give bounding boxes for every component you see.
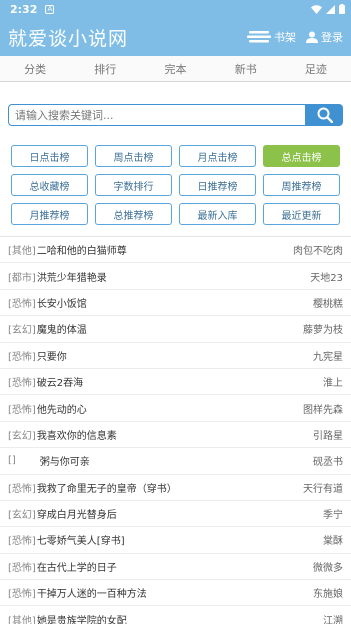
book-author[interactable]: 江溯	[323, 612, 343, 624]
main-nav: 分类 排行 完本 新书 足迹	[0, 56, 351, 82]
site-title: 就爱谈小说网	[8, 27, 129, 50]
list-item[interactable]: [恐怖] 破云2吞海 淮上	[0, 369, 351, 396]
book-category: [其他]	[8, 615, 36, 624]
book-category: [恐怖]	[8, 589, 36, 601]
book-title[interactable]: 长安小饭馆	[37, 295, 87, 310]
login-label: 登录	[321, 31, 343, 44]
book-category: [恐怖]	[8, 404, 36, 416]
rank-word-count-button[interactable]: 字数排行	[95, 174, 172, 196]
book-title[interactable]: 干掉万人迷的一百种方法	[37, 585, 147, 600]
notification-icon: A	[45, 4, 55, 14]
book-category: [恐怖]	[8, 562, 36, 574]
battery-icon	[339, 4, 345, 14]
book-author[interactable]: 砚丞书	[313, 453, 343, 468]
book-category: [恐怖]	[8, 298, 36, 310]
book-author[interactable]: 东施娘	[313, 585, 343, 600]
list-item[interactable]: [恐怖] 我救了命里无子的皇帝（穿书） 天行有道	[0, 475, 351, 501]
book-title[interactable]: 我救了命里无子的皇帝（穿书）	[37, 480, 177, 495]
book-title[interactable]: 她是贵族学院的女配	[37, 612, 127, 624]
book-category: [玄幻]	[8, 325, 36, 337]
book-author[interactable]: 微微多	[313, 559, 343, 574]
list-item[interactable]: [] 粥与你可亲 砚丞书	[0, 448, 351, 475]
rank-daily-recommend-button[interactable]: 日推荐榜	[179, 174, 256, 196]
book-author[interactable]: 季宁	[323, 506, 343, 521]
book-author[interactable]: 引路星	[313, 427, 343, 442]
wifi-icon	[311, 4, 322, 14]
search-input[interactable]	[8, 104, 306, 126]
nav-item-completed[interactable]: 完本	[140, 61, 210, 77]
app-header: 就爱谈小说网 书架 登录	[0, 18, 351, 56]
book-category: [恐怖]	[8, 378, 36, 390]
nav-item-category[interactable]: 分类	[0, 61, 70, 77]
book-category: [恐怖]	[8, 351, 36, 363]
list-item[interactable]: [恐怖] 在古代上学的日子 微微多	[0, 554, 351, 581]
book-author[interactable]: 天地23	[310, 269, 343, 284]
book-title[interactable]: 只要你	[37, 348, 67, 363]
status-time: 2:32	[10, 2, 38, 16]
book-author[interactable]: 淮上	[323, 374, 343, 389]
ranking-grid: 日点击榜 周点击榜 月点击榜 总点击榜 总收藏榜 字数排行 日推荐榜 周推荐榜 …	[11, 145, 341, 225]
book-category: [玄幻]	[8, 430, 36, 442]
search-button[interactable]	[306, 104, 343, 126]
list-item[interactable]: [其他] 她是贵族学院的女配 江溯	[0, 606, 351, 624]
search-bar	[8, 104, 343, 126]
bookshelf-icon	[247, 31, 271, 43]
rank-total-recommend-button[interactable]: 总推荐榜	[95, 203, 172, 225]
list-item[interactable]: [恐怖] 长安小饭馆 樱桃糕	[0, 290, 351, 317]
book-title[interactable]: 在古代上学的日子	[37, 559, 117, 574]
user-icon	[306, 31, 318, 43]
list-item[interactable]: [玄幻] 魔鬼的体温 藤萝为枝	[0, 316, 351, 343]
book-title[interactable]: 我喜欢你的信息素	[37, 427, 117, 442]
book-category: [恐怖]	[8, 483, 36, 495]
book-title[interactable]: 粥与你可亲	[40, 453, 90, 468]
rank-monthly-recommend-button[interactable]: 月推荐榜	[11, 203, 88, 225]
rank-monthly-clicks-button[interactable]: 月点击榜	[179, 145, 256, 167]
book-list: [其他] 二哈和他的白猫师尊 肉包不吃肉 [都市] 洪荒少年猎艳录 天地23 [恐怖] 长…	[0, 236, 351, 624]
list-item[interactable]: [恐怖] 只要你 九宪星	[0, 343, 351, 369]
list-item[interactable]: [恐怖] 他先动的心 图样先森	[0, 395, 351, 422]
status-bar: 2:32 A	[0, 0, 351, 18]
book-author[interactable]: 藤萝为枝	[303, 321, 343, 336]
book-title[interactable]: 魔鬼的体温	[37, 321, 87, 336]
list-item[interactable]: [玄幻] 穿成白月光替身后 季宁	[0, 501, 351, 528]
book-author[interactable]: 肉包不吃肉	[293, 242, 343, 257]
search-icon	[317, 107, 333, 123]
rank-total-clicks-button[interactable]: 总点击榜	[263, 145, 340, 167]
rank-weekly-clicks-button[interactable]: 周点击榜	[95, 145, 172, 167]
book-author[interactable]: 天行有道	[303, 480, 343, 495]
book-title[interactable]: 他先动的心	[37, 401, 87, 416]
book-title[interactable]: 七零娇气美人[穿书]	[37, 532, 125, 547]
book-category: [其他]	[8, 246, 36, 258]
list-item[interactable]: [恐怖] 干掉万人迷的一百种方法 东施娘	[0, 580, 351, 607]
signal-icon	[326, 4, 335, 14]
nav-item-new-books[interactable]: 新书	[211, 61, 281, 77]
book-category: [玄幻]	[8, 510, 36, 522]
book-author[interactable]: 樱桃糕	[313, 295, 343, 310]
rank-recently-updated-button[interactable]: 最近更新	[263, 203, 340, 225]
list-item[interactable]: [恐怖] 七零娇气美人[穿书] 棠酥	[0, 527, 351, 554]
list-item[interactable]: [其他] 二哈和他的白猫师尊 肉包不吃肉	[0, 237, 351, 264]
rank-newest-button[interactable]: 最新入库	[179, 203, 256, 225]
list-item[interactable]: [都市] 洪荒少年猎艳录 天地23	[0, 263, 351, 290]
login-button[interactable]: 登录	[306, 29, 343, 45]
book-title[interactable]: 洪荒少年猎艳录	[37, 269, 107, 284]
book-title[interactable]: 穿成白月光替身后	[37, 506, 117, 521]
nav-item-ranking[interactable]: 排行	[70, 61, 140, 77]
rank-weekly-recommend-button[interactable]: 周推荐榜	[263, 174, 340, 196]
book-category: [恐怖]	[8, 536, 36, 548]
book-author[interactable]: 棠酥	[323, 532, 343, 547]
book-category: []	[8, 455, 16, 467]
book-category: [都市]	[8, 272, 36, 284]
rank-daily-clicks-button[interactable]: 日点击榜	[11, 145, 88, 167]
book-title[interactable]: 二哈和他的白猫师尊	[37, 242, 127, 257]
book-author[interactable]: 图样先森	[303, 401, 343, 416]
list-item[interactable]: [玄幻] 我喜欢你的信息素 引路星	[0, 422, 351, 449]
bookshelf-button[interactable]: 书架	[247, 29, 296, 45]
book-title[interactable]: 破云2吞海	[37, 374, 83, 389]
bookshelf-label: 书架	[274, 31, 296, 44]
nav-item-history[interactable]: 足迹	[281, 61, 351, 77]
book-author[interactable]: 九宪星	[313, 348, 343, 363]
rank-total-favorites-button[interactable]: 总收藏榜	[11, 174, 88, 196]
